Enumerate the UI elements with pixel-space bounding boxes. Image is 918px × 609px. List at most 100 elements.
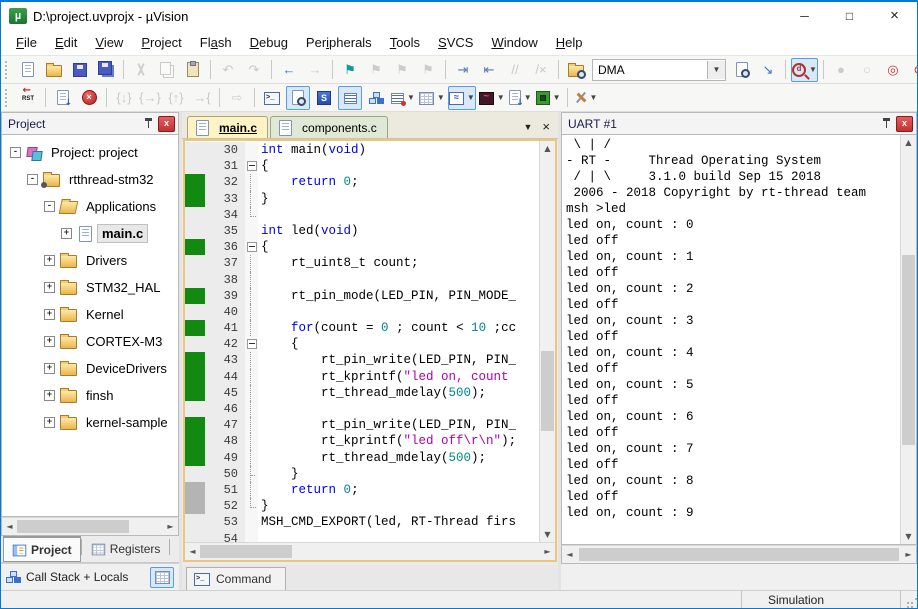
dropdown-arrow-icon[interactable]: ▼ bbox=[524, 93, 532, 102]
menu-item-project[interactable]: Project bbox=[132, 31, 190, 55]
menu-item-help[interactable]: Help bbox=[547, 31, 592, 55]
fold-box-icon[interactable] bbox=[247, 339, 257, 349]
scroll-left-icon[interactable]: ◄ bbox=[562, 547, 577, 562]
command-tab[interactable]: Command bbox=[186, 567, 286, 590]
dropdown-arrow-icon[interactable]: ▼ bbox=[497, 93, 505, 102]
combo-dropdown-icon[interactable]: ▼ bbox=[707, 61, 725, 79]
analysis-windows-button[interactable]: ▼ bbox=[478, 86, 506, 110]
scroll-right-icon[interactable]: ► bbox=[540, 544, 555, 559]
tree-expander-icon[interactable]: + bbox=[44, 417, 55, 428]
toolbar-grip[interactable] bbox=[5, 89, 11, 107]
code-editor[interactable]: 30int main(void)31{32 return 0;33}3435in… bbox=[185, 141, 539, 542]
menu-item-window[interactable]: Window bbox=[482, 31, 546, 55]
scroll-thumb[interactable] bbox=[17, 520, 129, 533]
search-in-files-button[interactable] bbox=[730, 58, 754, 82]
new-file-button[interactable] bbox=[16, 58, 40, 82]
maximize-button[interactable]: □ bbox=[827, 2, 872, 30]
paste-button[interactable] bbox=[181, 58, 205, 82]
menu-item-debug[interactable]: Debug bbox=[241, 31, 297, 55]
tree-item-kernel[interactable]: +Kernel bbox=[2, 301, 178, 328]
scroll-thumb[interactable] bbox=[579, 548, 899, 561]
registers-window-button[interactable] bbox=[338, 86, 362, 110]
navigate-forward-button[interactable]: → bbox=[303, 58, 327, 82]
menu-item-flash[interactable]: Flash bbox=[191, 31, 241, 55]
call-stack-bar[interactable]: Call Stack + Locals bbox=[1, 563, 179, 590]
toolbar-grip[interactable] bbox=[5, 61, 11, 79]
scroll-right-icon[interactable]: ► bbox=[163, 519, 178, 534]
run-to-cursor-button[interactable]: →{ bbox=[190, 86, 214, 110]
callstack-window-button[interactable] bbox=[364, 86, 388, 110]
stop-debug-button[interactable] bbox=[77, 86, 101, 110]
tree-item-kernel-sample[interactable]: +kernel-sample bbox=[2, 409, 178, 436]
tree-item-drivers[interactable]: +Drivers bbox=[2, 247, 178, 274]
menu-item-view[interactable]: View bbox=[86, 31, 132, 55]
tree-expander-icon[interactable]: + bbox=[44, 390, 55, 401]
step-into-button[interactable]: {↓} bbox=[112, 86, 136, 110]
tree-expander-icon[interactable]: - bbox=[10, 147, 21, 158]
tree-expander-icon[interactable]: + bbox=[44, 309, 55, 320]
fold-box-icon[interactable] bbox=[247, 161, 257, 171]
indent-button[interactable]: ⇥ bbox=[451, 58, 475, 82]
bookmark-clear-button[interactable]: ⚑ bbox=[416, 58, 440, 82]
search-combo[interactable]: DMA▼ bbox=[592, 59, 726, 81]
navigate-back-button[interactable]: ← bbox=[277, 58, 301, 82]
dropdown-arrow-icon[interactable]: ▼ bbox=[553, 93, 561, 102]
scroll-down-icon[interactable]: ▼ bbox=[901, 529, 916, 544]
tree-expander-icon[interactable]: + bbox=[61, 228, 72, 239]
bookmark-next-button[interactable]: ⚑ bbox=[364, 58, 388, 82]
tree-item-main-c[interactable]: +main.c bbox=[2, 220, 178, 247]
step-out-button[interactable]: {↑} bbox=[164, 86, 188, 110]
incremental-find-button[interactable]: ↘ bbox=[756, 58, 780, 82]
scroll-thumb[interactable] bbox=[541, 351, 554, 431]
tree-item-stm32-hal[interactable]: +STM32_HAL bbox=[2, 274, 178, 301]
scroll-left-icon[interactable]: ◄ bbox=[2, 519, 17, 534]
tree-item-project-project[interactable]: -Project: project bbox=[2, 139, 178, 166]
uncomment-selection-button[interactable]: /× bbox=[529, 58, 553, 82]
menu-item-svcs[interactable]: SVCS bbox=[429, 31, 482, 55]
minimize-button[interactable]: ─ bbox=[782, 2, 827, 30]
tree-expander-icon[interactable]: + bbox=[44, 282, 55, 293]
outdent-button[interactable]: ⇤ bbox=[477, 58, 501, 82]
project-tree[interactable]: -Project: project-rtthread-stm32-Applica… bbox=[1, 135, 179, 517]
tree-item-rtthread-stm32[interactable]: -rtthread-stm32 bbox=[2, 166, 178, 193]
tab-close-icon[interactable]: × bbox=[542, 119, 550, 134]
tree-expander-icon[interactable]: + bbox=[44, 255, 55, 266]
disable-all-breakpoints-button[interactable]: ◎ bbox=[881, 58, 905, 82]
show-next-statement-button[interactable] bbox=[51, 86, 75, 110]
insert-breakpoint-button[interactable]: ● bbox=[829, 58, 853, 82]
symbol-window-button[interactable] bbox=[312, 86, 336, 110]
tree-expander-icon[interactable]: + bbox=[44, 336, 55, 347]
kill-all-breakpoints-button[interactable]: ⊗ bbox=[907, 58, 918, 82]
disassembly-window-button[interactable] bbox=[286, 86, 310, 110]
scroll-right-icon[interactable]: ► bbox=[901, 547, 916, 562]
cut-button[interactable] bbox=[129, 58, 153, 82]
tab-project[interactable]: Project bbox=[3, 536, 81, 562]
bookmark-toggle-button[interactable]: ⚑ bbox=[338, 58, 362, 82]
trace-windows-button[interactable]: ▼ bbox=[508, 86, 533, 110]
tab-components-c[interactable]: components.c bbox=[270, 116, 388, 138]
save-all-button[interactable] bbox=[94, 58, 118, 82]
debug-toolbox-button[interactable]: ▼ bbox=[573, 86, 599, 110]
find-in-files-button[interactable] bbox=[564, 58, 588, 82]
redo-button[interactable]: ↷ bbox=[242, 58, 266, 82]
enable-breakpoint-button[interactable]: ○ bbox=[855, 58, 879, 82]
undo-button[interactable]: ↶ bbox=[216, 58, 240, 82]
close-panel-button[interactable]: x bbox=[896, 116, 913, 132]
bookmark-prev-button[interactable]: ⚑ bbox=[390, 58, 414, 82]
find-button[interactable]: ▼ bbox=[791, 58, 818, 82]
resize-grip[interactable] bbox=[901, 594, 915, 606]
menu-item-peripherals[interactable]: Peripherals bbox=[297, 31, 381, 55]
uart-hscrollbar[interactable]: ◄ ► bbox=[561, 545, 917, 564]
tree-expander-icon[interactable]: - bbox=[44, 201, 55, 212]
scroll-up-icon[interactable]: ▲ bbox=[540, 141, 555, 156]
tab-main-c[interactable]: main.c bbox=[187, 116, 268, 138]
scroll-down-icon[interactable]: ▼ bbox=[540, 527, 555, 542]
uart-console[interactable]: \ | /- RT - Thread Operating System / | … bbox=[562, 135, 900, 544]
tree-item-devicedrivers[interactable]: +DeviceDrivers bbox=[2, 355, 178, 382]
close-button[interactable]: × bbox=[872, 2, 917, 30]
dropdown-arrow-icon[interactable]: ▼ bbox=[467, 93, 475, 102]
tree-item-applications[interactable]: -Applications bbox=[2, 193, 178, 220]
command-window-button[interactable] bbox=[260, 86, 284, 110]
pin-icon[interactable] bbox=[143, 117, 154, 130]
tree-expander-icon[interactable]: + bbox=[44, 363, 55, 374]
